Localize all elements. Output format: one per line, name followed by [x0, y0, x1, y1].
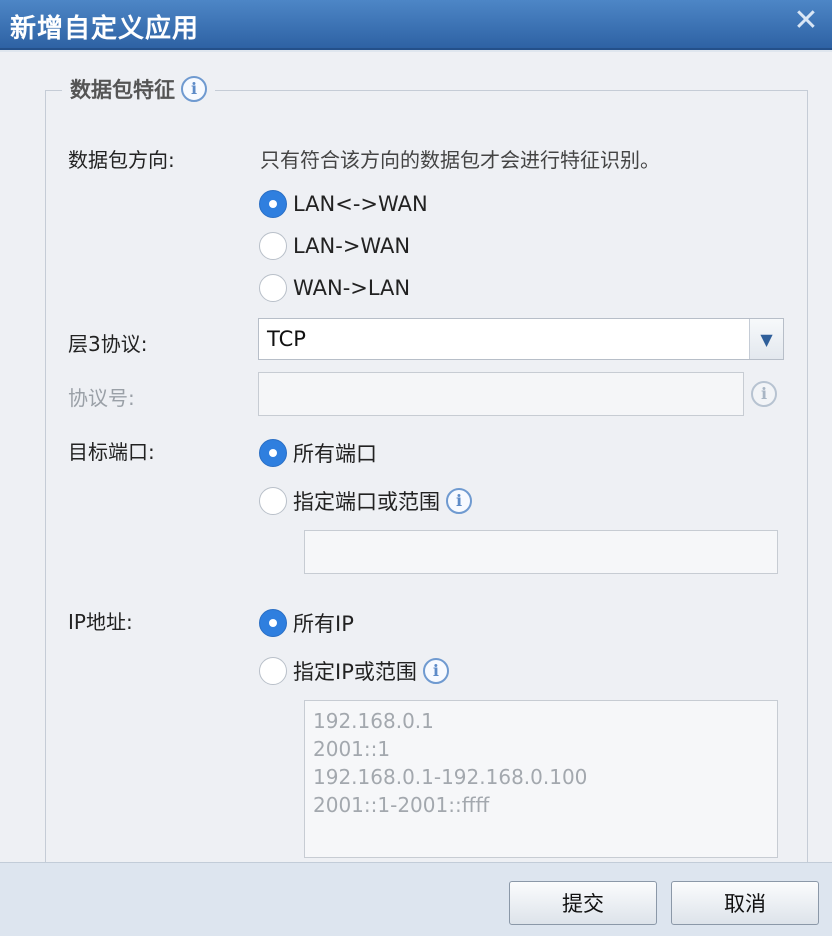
radio-button[interactable] — [259, 274, 287, 302]
direction-option-label: LAN->WAN — [293, 234, 411, 258]
direction-label: 数据包方向: — [68, 148, 175, 172]
radio-button-checked[interactable] — [259, 439, 287, 467]
ip-label: IP地址: — [68, 610, 133, 634]
dialog-title: 新增自定义应用 — [10, 14, 200, 44]
section-legend-label: 数据包特征 — [70, 78, 175, 102]
dest-port-option-specify[interactable]: 指定端口或范围 i — [259, 486, 472, 516]
layer3-protocol-select[interactable]: TCP ▼ — [258, 318, 784, 360]
dest-port-option-label: 所有端口 — [293, 442, 377, 466]
direction-option-label: WAN->LAN — [293, 276, 411, 300]
cancel-button[interactable]: 取消 — [671, 881, 819, 925]
dialog-body: 数据包特征 i 数据包方向: 只有符合该方向的数据包才会进行特征识别。 LAN<… — [0, 52, 832, 862]
ip-option-label: 指定IP或范围 — [293, 660, 417, 684]
radio-button-checked[interactable] — [259, 190, 287, 218]
direction-option-wan-to-lan[interactable]: WAN->LAN — [259, 274, 410, 302]
direction-hint: 只有符合该方向的数据包才会进行特征识别。 — [260, 148, 660, 172]
layer3-label: 层3协议: — [68, 332, 148, 356]
dest-port-option-label: 指定端口或范围 — [293, 490, 440, 514]
info-icon[interactable]: i — [181, 76, 207, 102]
ip-range-textarea[interactable]: 192.168.0.1 2001::1 192.168.0.1-192.168.… — [304, 700, 778, 858]
chevron-down-icon[interactable]: ▼ — [749, 319, 783, 359]
dest-port-option-all[interactable]: 所有端口 — [259, 438, 377, 468]
radio-button[interactable] — [259, 232, 287, 260]
info-icon[interactable]: i — [422, 658, 449, 684]
protocol-number-label: 协议号: — [68, 386, 135, 410]
radio-button[interactable] — [259, 657, 287, 685]
ip-option-all[interactable]: 所有IP — [259, 608, 354, 638]
ip-option-specify[interactable]: 指定IP或范围 i — [259, 656, 449, 686]
dialog-titlebar: 新增自定义应用 ✕ — [0, 0, 832, 50]
direction-option-lan-to-wan[interactable]: LAN->WAN — [259, 232, 410, 260]
submit-button[interactable]: 提交 — [509, 881, 657, 925]
close-icon[interactable]: ✕ — [792, 6, 820, 38]
direction-option-label: LAN<->WAN — [293, 192, 428, 216]
dest-port-input[interactable] — [304, 530, 778, 574]
radio-button-checked[interactable] — [259, 609, 287, 637]
direction-option-lan-wan[interactable]: LAN<->WAN — [259, 190, 428, 218]
protocol-number-input — [258, 372, 744, 416]
info-icon[interactable]: i — [446, 488, 472, 514]
layer3-selected-value: TCP — [267, 327, 306, 351]
dialog-footer: 提交 取消 — [0, 862, 832, 936]
dest-port-label: 目标端口: — [68, 440, 155, 464]
ip-option-label: 所有IP — [293, 612, 354, 636]
radio-button[interactable] — [259, 487, 287, 515]
info-icon: i — [751, 381, 777, 407]
section-legend: 数据包特征 i — [62, 74, 215, 104]
